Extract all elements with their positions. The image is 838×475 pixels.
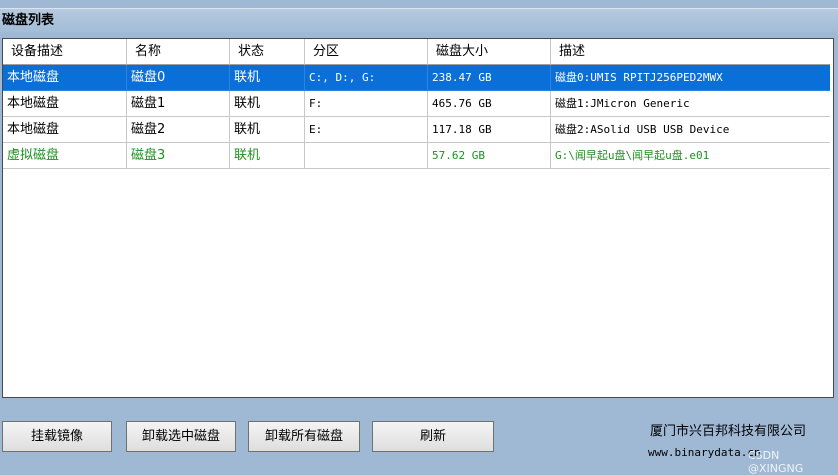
table-row[interactable]: 虚拟磁盘 磁盘3 联机 57.62 GB G:\闻早起u盘\闻早起u盘.e01 [3,143,830,169]
cell-device: 本地磁盘 [3,65,127,91]
cell-size: 465.76 GB [428,91,551,117]
cell-partition [305,143,428,169]
cell-description: G:\闻早起u盘\闻早起u盘.e01 [551,143,830,169]
cell-partition: C:, D:, G: [305,65,428,91]
column-header-description[interactable]: 描述 [551,39,830,65]
mount-image-button[interactable]: 挂载镜像 [2,421,112,452]
company-name: 厦门市兴百邦科技有限公司 [650,424,807,439]
refresh-button[interactable]: 刷新 [372,421,494,452]
column-header-size[interactable]: 磁盘大小 [428,39,551,65]
cell-device: 本地磁盘 [3,117,127,143]
table-row[interactable]: 本地磁盘 磁盘2 联机 E: 117.18 GB 磁盘2:ASolid USB … [3,117,830,143]
cell-size: 117.18 GB [428,117,551,143]
cell-partition: F: [305,91,428,117]
table-row[interactable]: 本地磁盘 磁盘0 联机 C:, D:, G: 238.47 GB 磁盘0:UMI… [3,65,830,91]
cell-description: 磁盘1:JMicron Generic [551,91,830,117]
company-website: www.binarydata.cn [648,446,761,459]
cell-name: 磁盘3 [127,143,230,169]
cell-status: 联机 [230,117,305,143]
cell-name: 磁盘0 [127,65,230,91]
unmount-all-button[interactable]: 卸载所有磁盘 [248,421,360,452]
column-header-status[interactable]: 状态 [230,39,305,65]
cell-name: 磁盘2 [127,117,230,143]
cell-size: 57.62 GB [428,143,551,169]
cell-description: 磁盘0:UMIS RPITJ256PED2MWX [551,65,830,91]
unmount-selected-button[interactable]: 卸载选中磁盘 [126,421,236,452]
cell-partition: E: [305,117,428,143]
table-row[interactable]: 本地磁盘 磁盘1 联机 F: 465.76 GB 磁盘1:JMicron Gen… [3,91,830,117]
panel-title: 磁盘列表 [0,8,838,32]
column-header-partition[interactable]: 分区 [305,39,428,65]
cell-status: 联机 [230,91,305,117]
cell-status: 联机 [230,143,305,169]
cell-size: 238.47 GB [428,65,551,91]
cell-name: 磁盘1 [127,91,230,117]
cell-status: 联机 [230,65,305,91]
column-header-name[interactable]: 名称 [127,39,230,65]
table-header: 设备描述 名称 状态 分区 磁盘大小 描述 [3,39,830,65]
disk-list-table[interactable]: 设备描述 名称 状态 分区 磁盘大小 描述 本地磁盘 磁盘0 联机 C:, D:… [2,38,834,398]
cell-description: 磁盘2:ASolid USB USB Device [551,117,830,143]
cell-device: 虚拟磁盘 [3,143,127,169]
cell-device: 本地磁盘 [3,91,127,117]
column-header-device[interactable]: 设备描述 [3,39,127,65]
watermark: CSDN @XINGNG [748,449,804,475]
